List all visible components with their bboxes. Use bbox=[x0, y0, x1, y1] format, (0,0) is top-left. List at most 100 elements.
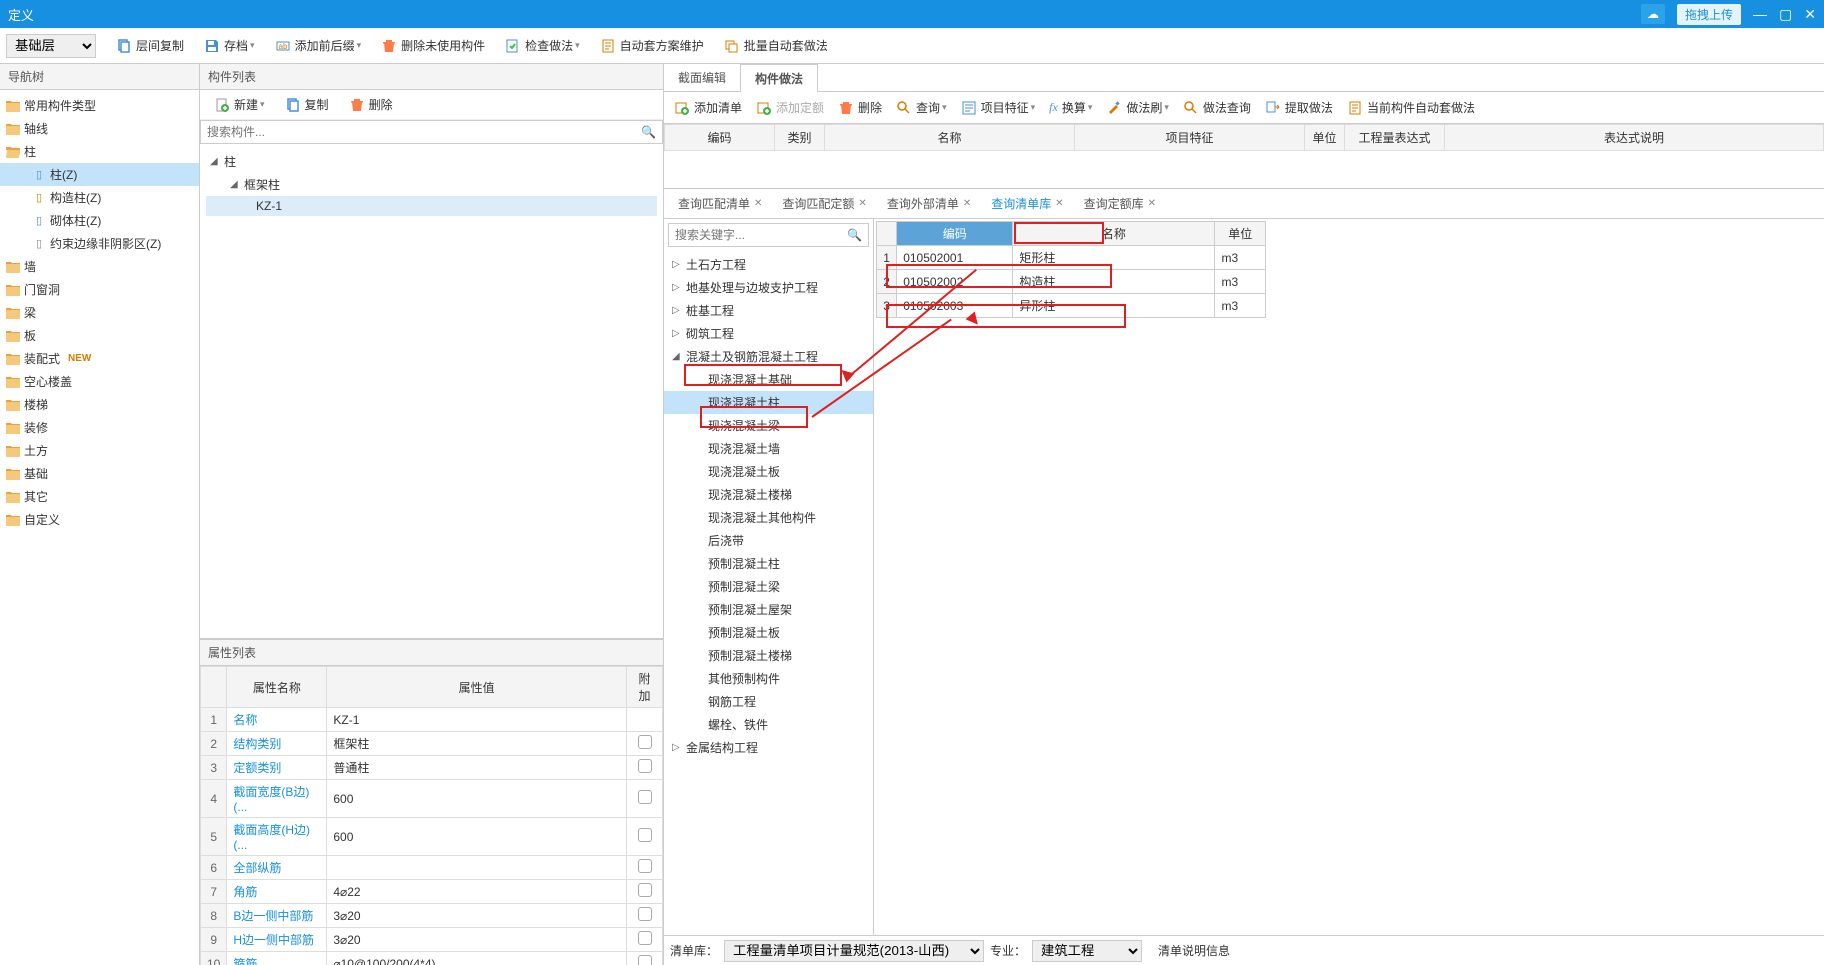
query-tree-item[interactable]: 其他预制构件 bbox=[664, 667, 873, 690]
comp-tree-item[interactable]: ◢框架柱 bbox=[206, 173, 657, 196]
prop-row[interactable]: 6全部纵筋 bbox=[201, 856, 663, 880]
prop-row[interactable]: 10箍筋⌀10@100/200(4*4) bbox=[201, 952, 663, 965]
query-tab[interactable]: 查询外部清单✕ bbox=[877, 190, 981, 217]
comp-tree-item[interactable]: KZ-1 bbox=[206, 196, 657, 216]
query-tab[interactable]: 查询清单库✕ bbox=[981, 190, 1073, 217]
query-tree-item[interactable]: 现浇混凝土柱 bbox=[664, 391, 873, 414]
nav-item[interactable]: 其它 bbox=[0, 485, 199, 508]
method-tb-4[interactable]: 项目特征▾ bbox=[955, 96, 1042, 119]
prop-row[interactable]: 5截面高度(H边)(...600 bbox=[201, 818, 663, 856]
minimize-button[interactable]: — bbox=[1753, 6, 1767, 22]
prop-row[interactable]: 8B边一侧中部筋3⌀20 bbox=[201, 904, 663, 928]
nav-item[interactable]: 自定义 bbox=[0, 508, 199, 531]
checkbox[interactable] bbox=[638, 931, 652, 945]
query-tree-item[interactable]: 预制混凝土梁 bbox=[664, 575, 873, 598]
checkbox[interactable] bbox=[638, 790, 652, 804]
method-tb-3[interactable]: 查询▾ bbox=[890, 96, 953, 119]
method-tb-5[interactable]: fx换算▾ bbox=[1043, 96, 1098, 119]
close-button[interactable]: ✕ bbox=[1804, 6, 1816, 23]
prop-row[interactable]: 2结构类别框架柱 bbox=[201, 732, 663, 756]
nav-item[interactable]: 楼梯 bbox=[0, 393, 199, 416]
checkbox[interactable] bbox=[638, 759, 652, 773]
component-search[interactable]: 🔍 bbox=[200, 120, 663, 144]
toolbar-0[interactable]: 层间复制 bbox=[108, 34, 192, 57]
toolbar-1[interactable]: 存档▾ bbox=[196, 34, 263, 57]
query-tree-item[interactable]: 现浇混凝土墙 bbox=[664, 437, 873, 460]
nav-item[interactable]: ▯柱(Z) bbox=[0, 163, 199, 186]
query-tree-item[interactable]: 现浇混凝土楼梯 bbox=[664, 483, 873, 506]
query-tree-item[interactable]: ◢混凝土及钢筋混凝土工程 bbox=[664, 345, 873, 368]
method-tb-1[interactable]: 添加定额 bbox=[750, 96, 830, 119]
search-icon[interactable]: 🔍 bbox=[847, 228, 862, 242]
close-icon[interactable]: ✕ bbox=[1148, 198, 1156, 209]
nav-item[interactable]: 轴线 bbox=[0, 117, 199, 140]
method-tb-8[interactable]: 提取做法 bbox=[1259, 96, 1339, 119]
cloud-icon[interactable]: ☁ bbox=[1641, 4, 1665, 24]
prop-row[interactable]: 7角筋4⌀22 bbox=[201, 880, 663, 904]
toolbar-6[interactable]: 批量自动套做法 bbox=[716, 34, 836, 57]
nav-item[interactable]: 基础 bbox=[0, 462, 199, 485]
nav-item[interactable]: 墙 bbox=[0, 255, 199, 278]
nav-item[interactable]: 空心楼盖 bbox=[0, 370, 199, 393]
method-tb-9[interactable]: 当前构件自动套做法 bbox=[1341, 96, 1481, 119]
upload-button[interactable]: 拖拽上传 bbox=[1677, 4, 1741, 25]
nav-item[interactable]: 装配式NEW bbox=[0, 347, 199, 370]
right-tab[interactable]: 构件做法 bbox=[740, 64, 818, 92]
query-tree-item[interactable]: 现浇混凝土其他构件 bbox=[664, 506, 873, 529]
close-icon[interactable]: ✕ bbox=[963, 198, 971, 209]
query-tree-item[interactable]: 现浇混凝土板 bbox=[664, 460, 873, 483]
result-row[interactable]: 1010502001矩形柱m3 bbox=[877, 246, 1266, 270]
lib-select[interactable]: 工程量清单项目计量规范(2013-山西) bbox=[724, 940, 984, 962]
comp-tree-item[interactable]: ◢柱 bbox=[206, 150, 657, 173]
query-tree-item[interactable]: 预制混凝土板 bbox=[664, 621, 873, 644]
checkbox[interactable] bbox=[638, 883, 652, 897]
floor-select[interactable]: 基础层 bbox=[6, 34, 96, 58]
method-tb-7[interactable]: 做法查询 bbox=[1177, 96, 1257, 119]
method-tb-2[interactable]: 删除 bbox=[832, 96, 888, 119]
query-tab[interactable]: 查询匹配定额✕ bbox=[772, 190, 876, 217]
query-tree-item[interactable]: ▷砌筑工程 bbox=[664, 322, 873, 345]
query-tree-item[interactable]: ▷土石方工程 bbox=[664, 253, 873, 276]
nav-item[interactable]: ▯砌体柱(Z) bbox=[0, 209, 199, 232]
toolbar-5[interactable]: 自动套方案维护 bbox=[592, 34, 712, 57]
query-search-input[interactable] bbox=[675, 228, 847, 242]
query-tree-item[interactable]: 后浇带 bbox=[664, 529, 873, 552]
nav-item[interactable]: 土方 bbox=[0, 439, 199, 462]
right-tab[interactable]: 截面编辑 bbox=[664, 64, 740, 91]
nav-item[interactable]: ▯约束边缘非阴影区(Z) bbox=[0, 232, 199, 255]
query-tab[interactable]: 查询匹配清单✕ bbox=[668, 190, 772, 217]
nav-item[interactable]: ▯构造柱(Z) bbox=[0, 186, 199, 209]
nav-item[interactable]: 装修 bbox=[0, 416, 199, 439]
checkbox[interactable] bbox=[638, 828, 652, 842]
comp-tb-2[interactable]: 删除 bbox=[341, 93, 401, 116]
search-icon[interactable]: 🔍 bbox=[641, 125, 656, 139]
query-tree-item[interactable]: 现浇混凝土梁 bbox=[664, 414, 873, 437]
nav-item[interactable]: 常用构件类型 bbox=[0, 94, 199, 117]
checkbox[interactable] bbox=[638, 859, 652, 873]
toolbar-2[interactable]: ab添加前后缀▾ bbox=[267, 34, 370, 57]
query-tree-item[interactable]: ▷桩基工程 bbox=[664, 299, 873, 322]
toolbar-3[interactable]: 删除未使用构件 bbox=[373, 34, 493, 57]
query-tree-item[interactable]: ▷地基处理与边坡支护工程 bbox=[664, 276, 873, 299]
method-tb-6[interactable]: 做法刷▾ bbox=[1100, 96, 1175, 119]
method-tb-0[interactable]: 添加清单 bbox=[668, 96, 748, 119]
toolbar-4[interactable]: 检查做法▾ bbox=[497, 34, 588, 57]
query-tree-item[interactable]: 预制混凝土楼梯 bbox=[664, 644, 873, 667]
query-tab[interactable]: 查询定额库✕ bbox=[1074, 190, 1166, 217]
prop-row[interactable]: 4截面宽度(B边)(...600 bbox=[201, 780, 663, 818]
query-tree-item[interactable]: 预制混凝土屋架 bbox=[664, 598, 873, 621]
maximize-button[interactable]: ▢ bbox=[1779, 6, 1792, 23]
component-search-input[interactable] bbox=[207, 125, 641, 139]
prop-row[interactable]: 1名称KZ-1 bbox=[201, 708, 663, 732]
prop-row[interactable]: 9H边一侧中部筋3⌀20 bbox=[201, 928, 663, 952]
nav-item[interactable]: 门窗洞 bbox=[0, 278, 199, 301]
query-tree-item[interactable]: 螺栓、铁件 bbox=[664, 713, 873, 736]
checkbox[interactable] bbox=[638, 735, 652, 749]
nav-item[interactable]: 梁 bbox=[0, 301, 199, 324]
prop-row[interactable]: 3定额类别普通柱 bbox=[201, 756, 663, 780]
comp-tb-1[interactable]: 复制 bbox=[277, 93, 337, 116]
result-row[interactable]: 2010502002构造柱m3 bbox=[877, 270, 1266, 294]
query-tree-item[interactable]: 钢筋工程 bbox=[664, 690, 873, 713]
nav-item[interactable]: 板 bbox=[0, 324, 199, 347]
nav-item[interactable]: 柱 bbox=[0, 140, 199, 163]
